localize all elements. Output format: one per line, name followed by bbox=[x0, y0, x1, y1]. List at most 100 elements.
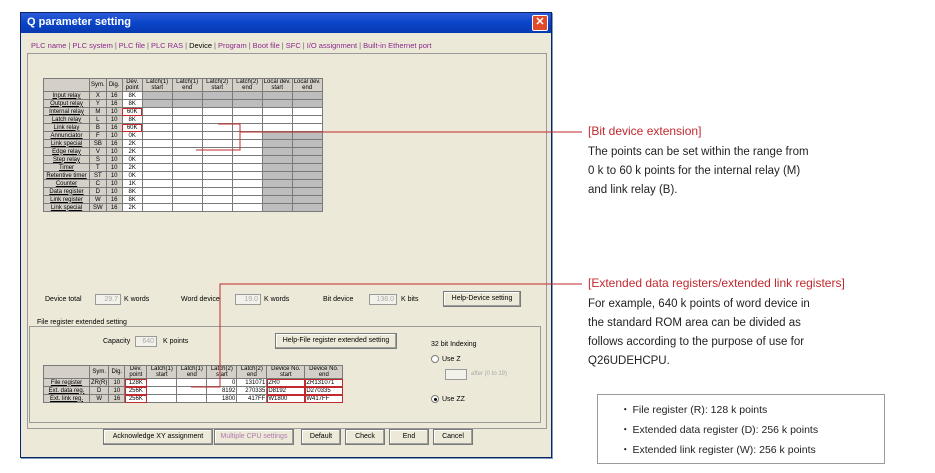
latch-cell[interactable] bbox=[261, 115, 293, 124]
latch-cell[interactable] bbox=[201, 163, 233, 172]
latch-cell[interactable] bbox=[141, 195, 173, 204]
latch2-start-cell[interactable]: 8192 bbox=[206, 386, 238, 395]
latch-cell[interactable] bbox=[201, 147, 233, 156]
latch-cell[interactable] bbox=[261, 107, 293, 116]
tab-device[interactable]: Device bbox=[187, 41, 214, 50]
latch2-start-cell[interactable]: 0 bbox=[206, 378, 238, 387]
latch-cell[interactable] bbox=[141, 107, 173, 116]
use-z-radio[interactable]: Use Z bbox=[431, 355, 461, 363]
device-points-cell[interactable]: 8K bbox=[121, 195, 143, 204]
latch-cell[interactable] bbox=[231, 203, 263, 212]
latch-cell[interactable] bbox=[171, 171, 203, 180]
latch-cell[interactable] bbox=[231, 187, 263, 196]
device-points-cell[interactable]: 8K bbox=[121, 187, 143, 196]
file-device-points-cell[interactable]: 256K bbox=[124, 386, 148, 395]
latch-cell[interactable] bbox=[231, 131, 263, 140]
latch-cell[interactable] bbox=[201, 123, 233, 132]
latch-cell[interactable] bbox=[201, 131, 233, 140]
latch-cell[interactable] bbox=[171, 179, 203, 188]
latch-cell[interactable] bbox=[141, 131, 173, 140]
close-icon[interactable]: ✕ bbox=[532, 15, 548, 31]
latch-cell[interactable] bbox=[231, 139, 263, 148]
latch-cell[interactable] bbox=[171, 155, 203, 164]
device-no-end-cell[interactable]: ZR131071 bbox=[304, 378, 344, 387]
help-file-register-button[interactable]: Help-File register extended setting bbox=[275, 333, 397, 349]
device-points-cell[interactable]: 60K bbox=[121, 123, 143, 132]
latch-cell[interactable] bbox=[141, 123, 173, 132]
latch-cell[interactable] bbox=[201, 187, 233, 196]
latch2-end-cell[interactable]: 417FF bbox=[236, 394, 268, 403]
latch-cell[interactable] bbox=[201, 171, 233, 180]
device-points-cell[interactable]: 8K bbox=[121, 99, 143, 108]
latch-cell[interactable] bbox=[141, 147, 173, 156]
latch-cell[interactable] bbox=[201, 203, 233, 212]
latch2-end-cell[interactable]: 131071 bbox=[236, 378, 268, 387]
latch-cell[interactable] bbox=[141, 171, 173, 180]
latch2-start-cell[interactable]: 1800 bbox=[206, 394, 238, 403]
latch-cell[interactable] bbox=[171, 163, 203, 172]
latch-cell[interactable] bbox=[261, 123, 293, 132]
device-points-cell[interactable]: 1K bbox=[121, 179, 143, 188]
latch-cell[interactable] bbox=[231, 147, 263, 156]
file-device-points-cell[interactable]: 128K bbox=[124, 378, 148, 387]
latch-cell[interactable] bbox=[201, 179, 233, 188]
tab-i-o-assignment[interactable]: I/O assignment bbox=[305, 41, 359, 50]
acknowledge-xy-button[interactable]: Acknowledge XY assignment bbox=[103, 429, 213, 445]
latch-cell[interactable] bbox=[141, 155, 173, 164]
latch1-start-cell[interactable] bbox=[146, 386, 178, 395]
latch-cell[interactable] bbox=[171, 131, 203, 140]
device-points-cell[interactable]: 2K bbox=[121, 203, 143, 212]
latch-cell[interactable] bbox=[171, 187, 203, 196]
help-device-setting-button[interactable]: Help-Device setting bbox=[443, 291, 521, 307]
device-points-cell[interactable]: 0K bbox=[121, 171, 143, 180]
latch-cell[interactable] bbox=[201, 139, 233, 148]
device-points-cell[interactable]: 60K bbox=[121, 107, 143, 116]
latch-cell[interactable] bbox=[231, 171, 263, 180]
device-no-end-cell[interactable]: W417FF bbox=[304, 394, 344, 403]
latch-cell[interactable] bbox=[141, 163, 173, 172]
tab-program[interactable]: Program bbox=[216, 41, 249, 50]
latch-cell[interactable] bbox=[141, 203, 173, 212]
latch-cell[interactable] bbox=[171, 107, 203, 116]
tab-sfc[interactable]: SFC bbox=[284, 41, 303, 50]
latch-cell[interactable] bbox=[231, 163, 263, 172]
tab-plc-name[interactable]: PLC name bbox=[29, 41, 68, 50]
tab-built-in-ethernet-port[interactable]: Built-in Ethernet port bbox=[361, 41, 433, 50]
latch-cell[interactable] bbox=[231, 115, 263, 124]
latch-cell[interactable] bbox=[231, 123, 263, 132]
latch1-end-cell[interactable] bbox=[176, 386, 208, 395]
latch-cell[interactable] bbox=[171, 203, 203, 212]
device-points-cell[interactable]: 0K bbox=[121, 131, 143, 140]
device-points-cell[interactable]: 8K bbox=[121, 115, 143, 124]
latch-cell[interactable] bbox=[201, 115, 233, 124]
latch-cell[interactable] bbox=[201, 155, 233, 164]
latch-cell[interactable] bbox=[171, 123, 203, 132]
latch1-end-cell[interactable] bbox=[176, 378, 208, 387]
latch-cell[interactable] bbox=[171, 195, 203, 204]
device-no-start-cell[interactable]: ZR0 bbox=[266, 378, 306, 387]
latch1-start-cell[interactable] bbox=[146, 378, 178, 387]
device-points-cell[interactable]: 0K bbox=[121, 155, 143, 164]
device-no-start-cell[interactable]: W1800 bbox=[266, 394, 306, 403]
device-no-end-cell[interactable]: D270335 bbox=[304, 386, 344, 395]
device-points-cell[interactable]: 8K bbox=[121, 91, 143, 100]
default-button[interactable]: Default bbox=[301, 429, 341, 445]
latch-cell[interactable] bbox=[291, 123, 323, 132]
latch-cell[interactable] bbox=[141, 139, 173, 148]
latch-cell[interactable] bbox=[231, 107, 263, 116]
latch-cell[interactable] bbox=[141, 187, 173, 196]
latch-cell[interactable] bbox=[171, 139, 203, 148]
latch-cell[interactable] bbox=[171, 115, 203, 124]
cancel-button[interactable]: Cancel bbox=[433, 429, 473, 445]
device-points-cell[interactable]: 2K bbox=[121, 147, 143, 156]
tab-plc-ras[interactable]: PLC RAS bbox=[149, 41, 185, 50]
latch2-end-cell[interactable]: 270335 bbox=[236, 386, 268, 395]
latch-cell[interactable] bbox=[171, 147, 203, 156]
device-points-cell[interactable]: 2K bbox=[121, 139, 143, 148]
latch1-end-cell[interactable] bbox=[176, 394, 208, 403]
latch-cell[interactable] bbox=[201, 107, 233, 116]
latch-cell[interactable] bbox=[231, 155, 263, 164]
latch-cell[interactable] bbox=[231, 179, 263, 188]
capacity-field[interactable]: 640 bbox=[135, 336, 157, 347]
use-zz-radio[interactable]: Use ZZ bbox=[431, 395, 465, 403]
